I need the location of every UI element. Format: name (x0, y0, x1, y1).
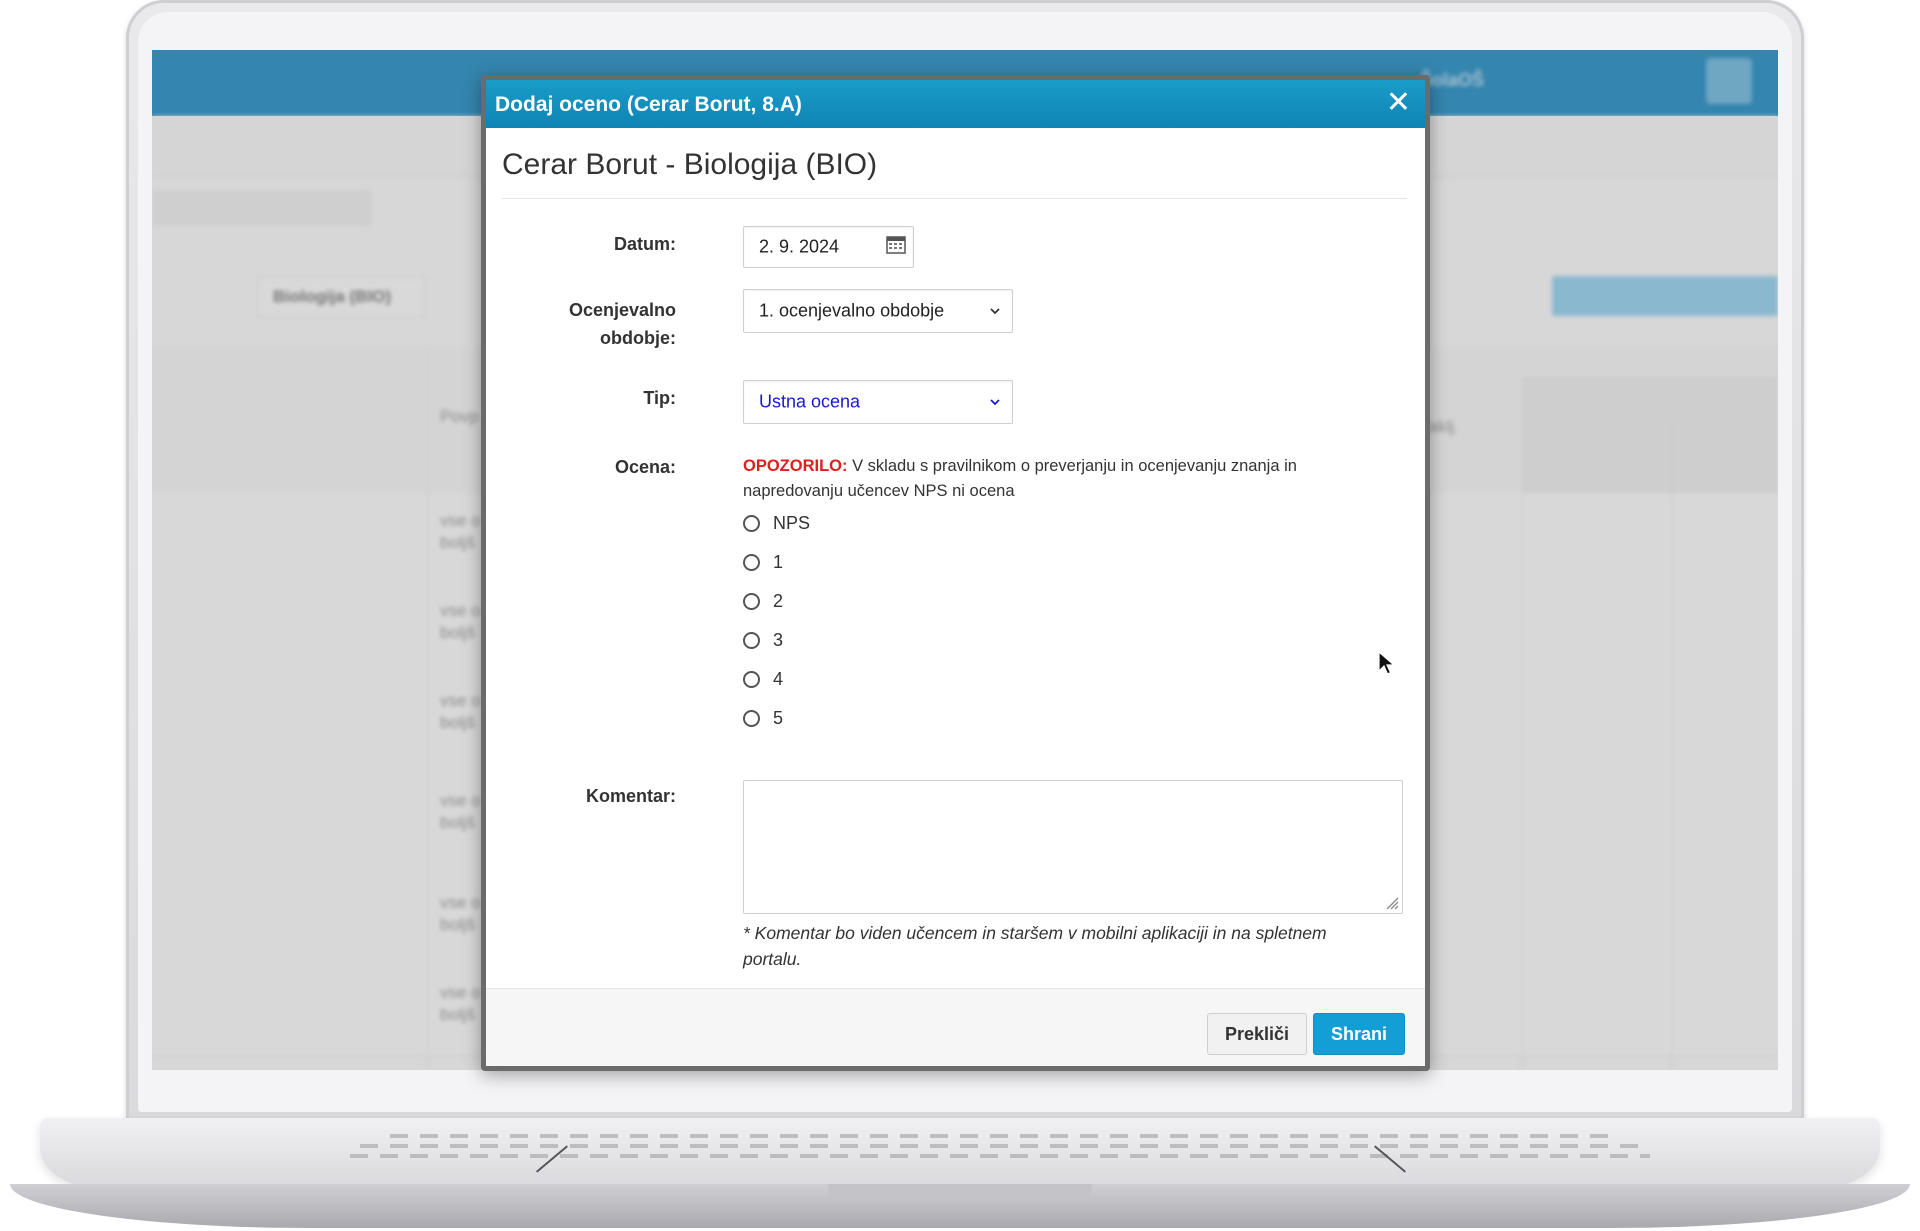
calendar-icon[interactable] (886, 234, 906, 254)
lid-notch (828, 1184, 1092, 1200)
grade-option-label: 5 (773, 708, 784, 728)
keyboard-row (390, 1134, 1620, 1138)
footer-divider (486, 988, 1425, 989)
keyboard-row (360, 1144, 1640, 1148)
grade-option-label: 4 (773, 669, 784, 689)
type-value: Ustna ocena (759, 391, 861, 412)
keyboard-deck (40, 1118, 1880, 1188)
dialog-header: Dodaj oceno (Cerar Borut, 8.A) ✕ (486, 80, 1425, 128)
radio-button[interactable] (743, 710, 760, 727)
type-label: Tip: (643, 388, 676, 408)
radio-button[interactable] (743, 593, 760, 610)
laptop-base (0, 1118, 1920, 1231)
radio-button[interactable] (743, 554, 760, 571)
dialog-title: Dodaj oceno (Cerar Borut, 8.A) (495, 93, 802, 116)
comment-label: Komentar: (585, 786, 676, 806)
heading-divider (502, 198, 1407, 199)
date-value: 2. 9. 2024 (759, 236, 840, 257)
period-label-line1: Ocenjevalno (568, 300, 676, 320)
period-select[interactable]: 1. ocenjevalno obdobje (743, 289, 1013, 333)
type-select[interactable]: Ustna ocena (743, 380, 1013, 424)
resize-grip-icon[interactable] (1383, 894, 1399, 910)
cancel-button[interactable]: Prekliči (1207, 1013, 1307, 1055)
close-icon[interactable]: ✕ (1386, 88, 1411, 118)
mouse-cursor-icon (1378, 651, 1396, 675)
grade-warning: OPOZORILO: V skladu s pravilnikom o prev… (743, 454, 1343, 504)
add-grade-dialog: Dodaj oceno (Cerar Borut, 8.A) ✕ Cerar B… (481, 75, 1430, 1071)
chevron-down-icon (990, 308, 1000, 315)
keyboard-row (350, 1154, 1650, 1158)
radio-button[interactable] (743, 671, 760, 688)
student-subject-heading: Cerar Borut - Biologija (BIO) (502, 148, 878, 181)
save-button[interactable]: Shrani (1313, 1013, 1405, 1055)
warning-prefix: OPOZORILO: (743, 457, 848, 475)
grade-option-label: 3 (773, 630, 784, 650)
grade-option-label: 1 (773, 552, 784, 572)
period-value: 1. ocenjevalno obdobje (759, 300, 945, 321)
chevron-down-icon (990, 399, 1000, 406)
radio-button[interactable] (743, 632, 760, 649)
date-label: Datum: (614, 234, 676, 254)
comment-visibility-note: * Komentar bo viden učencem in staršem v… (743, 923, 1327, 969)
comment-textarea[interactable] (743, 780, 1403, 914)
radio-button[interactable] (743, 515, 760, 532)
grade-label: Ocena: (614, 457, 676, 477)
period-label: Ocenjevalno obdobje: (516, 296, 676, 352)
date-input[interactable]: 2. 9. 2024 (743, 226, 914, 268)
grade-option-label: NPS (773, 513, 811, 533)
period-label-line2: obdobje: (600, 328, 676, 348)
grade-option-label: 2 (773, 591, 784, 611)
